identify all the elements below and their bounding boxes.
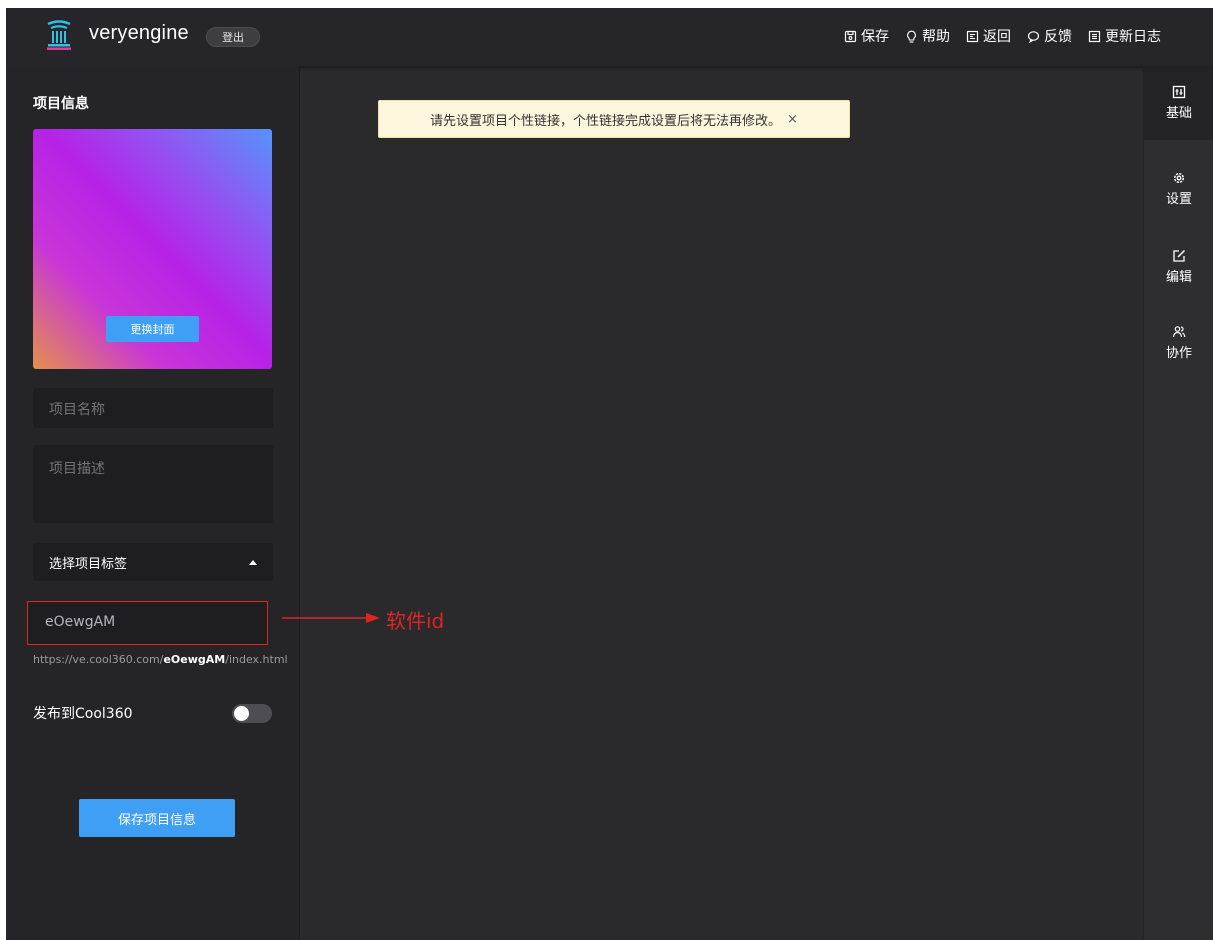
- annotation-arrow-icon: [282, 613, 380, 623]
- nav-feedback-label: 反馈: [1044, 29, 1072, 45]
- top-header: veryengine 登出 保存 帮助 返回 反馈 更新日志: [6, 8, 1213, 66]
- project-id-input[interactable]: eOewgAM: [27, 601, 268, 645]
- sidebar-item-collaborate-label: 协作: [1165, 346, 1192, 361]
- project-info-panel: 项目信息 更换封面 项目名称 项目描述 选择项目标签 eOewgAM https…: [6, 66, 300, 940]
- panel-title: 项目信息: [33, 96, 89, 112]
- project-name-input[interactable]: 项目名称: [33, 388, 273, 428]
- back-icon: [966, 30, 979, 42]
- project-cover-image: 更换封面: [33, 129, 272, 369]
- sidebar-item-basic[interactable]: 基础: [1144, 66, 1213, 140]
- nav-help-label: 帮助: [922, 29, 950, 45]
- save-project-info-button[interactable]: 保存项目信息: [79, 799, 235, 837]
- nav-feedback[interactable]: 反馈: [1027, 26, 1072, 46]
- collaborate-icon: [1172, 326, 1186, 338]
- notice-text: 请先设置项目个性链接，个性链接完成设置后将无法再修改。: [430, 113, 782, 129]
- close-icon[interactable]: ×: [787, 112, 798, 127]
- project-url: https://ve.cool360.com/eOewgAM/index.htm…: [33, 653, 288, 667]
- project-description-input[interactable]: 项目描述: [33, 445, 273, 523]
- veryengine-logo-icon: [47, 20, 71, 50]
- nav-help[interactable]: 帮助: [905, 26, 950, 46]
- edit-icon: [1173, 249, 1186, 262]
- changelog-icon: [1088, 30, 1101, 42]
- nav-save-label: 保存: [861, 29, 889, 45]
- toggle-knob: [234, 706, 249, 721]
- url-prefix: https://ve.cool360.com/: [33, 653, 164, 666]
- publish-label: 发布到Cool360: [33, 706, 133, 722]
- sidebar-item-basic-label: 基础: [1165, 106, 1192, 121]
- top-nav: 保存 帮助 返回 反馈 更新日志: [844, 26, 1161, 46]
- app-window: veryengine 登出 保存 帮助 返回 反馈 更新日志 项目信息 更换封面…: [6, 8, 1213, 940]
- gear-icon: [1173, 172, 1185, 184]
- brand-name: veryengine: [89, 22, 189, 44]
- url-id: eOewgAM: [163, 653, 226, 666]
- nav-back-label: 返回: [983, 29, 1011, 45]
- sidebar-item-settings[interactable]: 设置: [1144, 152, 1213, 226]
- sidebar-item-edit-label: 编辑: [1165, 270, 1192, 285]
- publish-toggle[interactable]: [232, 704, 272, 723]
- sidebar-item-edit[interactable]: 编辑: [1144, 230, 1213, 304]
- help-bulb-icon: [907, 30, 916, 43]
- feedback-icon: [1027, 30, 1040, 43]
- sidebar-item-settings-label: 设置: [1165, 192, 1192, 207]
- notice-banner: 请先设置项目个性链接，个性链接完成设置后将无法再修改。 ×: [378, 100, 850, 138]
- nav-back[interactable]: 返回: [966, 26, 1011, 46]
- project-tags-label: 选择项目标签: [49, 556, 128, 572]
- nav-changelog[interactable]: 更新日志: [1088, 26, 1161, 46]
- right-sidebar: 基础 设置 编辑 协作: [1143, 66, 1213, 940]
- save-icon: [844, 30, 857, 42]
- project-tags-select[interactable]: 选择项目标签: [33, 543, 273, 581]
- change-cover-button[interactable]: 更换封面: [106, 316, 199, 342]
- nav-changelog-label: 更新日志: [1105, 29, 1161, 45]
- caret-up-icon: [249, 559, 257, 565]
- sidebar-item-collaborate[interactable]: 协作: [1144, 306, 1213, 380]
- basic-icon: [1172, 85, 1186, 99]
- url-suffix: /index.html: [225, 653, 288, 666]
- annotation-label: 软件id: [386, 609, 445, 633]
- nav-save[interactable]: 保存: [844, 26, 889, 46]
- logout-button[interactable]: 登出: [206, 27, 260, 47]
